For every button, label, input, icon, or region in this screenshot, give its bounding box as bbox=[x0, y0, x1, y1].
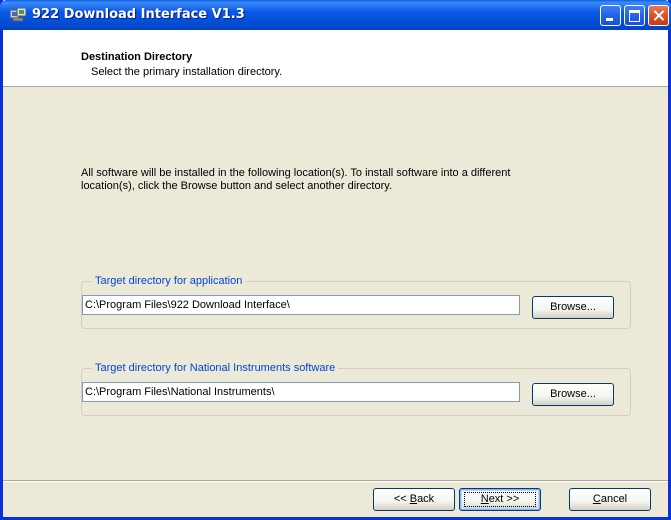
back-button[interactable]: << Back bbox=[373, 488, 455, 511]
next-accelerator: N bbox=[480, 493, 489, 505]
application-browse-button[interactable]: Browse... bbox=[532, 296, 614, 319]
next-button[interactable]: Next >> bbox=[459, 488, 541, 511]
cancel-button[interactable]: Cancel bbox=[569, 488, 651, 511]
ni-directory-group: Target directory for National Instrument… bbox=[81, 362, 631, 416]
maximize-button[interactable] bbox=[624, 5, 645, 26]
back-label: ack bbox=[417, 493, 435, 505]
app-icon bbox=[10, 8, 26, 22]
intro-text: All software will be installed in the fo… bbox=[81, 167, 511, 192]
cancel-label: ancel bbox=[600, 493, 628, 505]
minimize-button[interactable] bbox=[600, 5, 621, 26]
back-prefix: << bbox=[393, 493, 410, 505]
page-subtitle: Select the primary installation director… bbox=[91, 66, 283, 78]
application-directory-group: Target directory for application C:\Prog… bbox=[81, 275, 631, 329]
title-bar[interactable]: 922 Download Interface V1.3 bbox=[0, 0, 671, 30]
application-directory-field[interactable]: C:\Program Files\922 Download Interface\ bbox=[82, 295, 520, 315]
close-button[interactable] bbox=[648, 5, 669, 26]
ni-browse-button[interactable]: Browse... bbox=[532, 383, 614, 406]
ni-directory-label: Target directory for National Instrument… bbox=[92, 362, 339, 374]
installer-window: 922 Download Interface V1.3 Destination … bbox=[0, 0, 671, 520]
application-directory-label: Target directory for application bbox=[92, 275, 246, 287]
wizard-header: Destination Directory Select the primary… bbox=[3, 30, 668, 87]
footer-divider bbox=[3, 480, 668, 482]
cancel-accelerator: C bbox=[592, 493, 601, 505]
next-label: ext >> bbox=[488, 493, 520, 505]
ni-directory-field[interactable]: C:\Program Files\National Instruments\ bbox=[82, 382, 520, 402]
page-title: Destination Directory bbox=[81, 51, 193, 63]
back-accelerator: B bbox=[409, 493, 418, 505]
window-title: 922 Download Interface V1.3 bbox=[32, 7, 245, 22]
